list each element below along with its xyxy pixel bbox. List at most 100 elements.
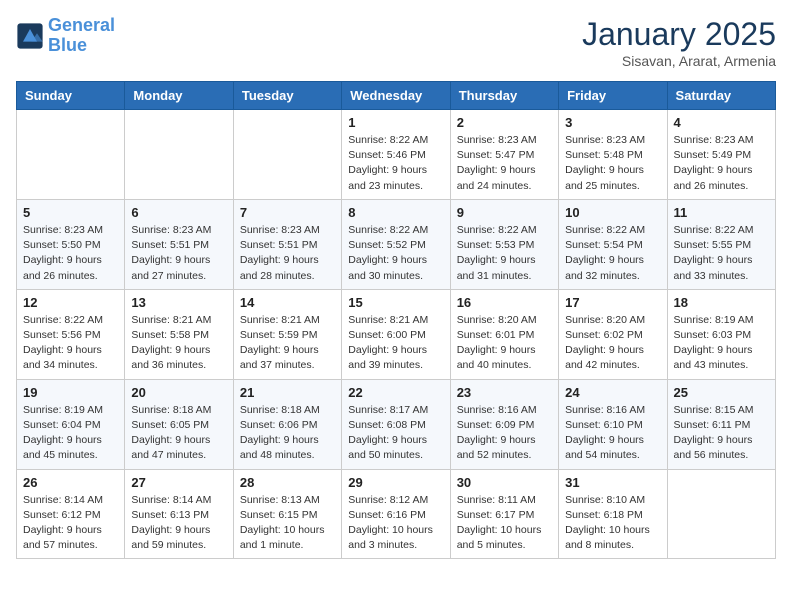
day-info: Sunrise: 8:22 AMSunset: 5:52 PMDaylight:…: [348, 223, 443, 284]
day-info: Sunrise: 8:19 AMSunset: 6:04 PMDaylight:…: [23, 403, 118, 464]
calendar-cell: 31Sunrise: 8:10 AMSunset: 6:18 PMDayligh…: [559, 469, 667, 559]
day-info: Sunrise: 8:22 AMSunset: 5:54 PMDaylight:…: [565, 223, 660, 284]
calendar-cell: 11 Sunrise: 8:22 AMSunset: 5:55 PMDayligh…: [667, 199, 775, 289]
day-number: 7: [240, 205, 335, 220]
calendar-cell: 12 Sunrise: 8:22 AMSunset: 5:56 PMDayligh…: [17, 289, 125, 379]
logo-line2: Blue: [48, 35, 87, 55]
day-info: Sunrise: 8:23 AMSunset: 5:51 PMDaylight:…: [240, 223, 335, 284]
calendar-cell: 3Sunrise: 8:23 AMSunset: 5:48 PMDaylight…: [559, 110, 667, 200]
calendar-cell: 23 Sunrise: 8:16 AMSunset: 6:09 PMDayligh…: [450, 379, 558, 469]
day-of-week-header: Friday: [559, 82, 667, 110]
day-number: 14: [240, 295, 335, 310]
subtitle: Sisavan, Ararat, Armenia: [582, 53, 776, 69]
calendar-cell: 25 Sunrise: 8:15 AMSunset: 6:11 PMDayligh…: [667, 379, 775, 469]
day-number: 29: [348, 475, 443, 490]
calendar-cell: 6Sunrise: 8:23 AMSunset: 5:51 PMDaylight…: [125, 199, 233, 289]
calendar-cell: [125, 110, 233, 200]
day-of-week-header: Wednesday: [342, 82, 450, 110]
day-number: 3: [565, 115, 660, 130]
day-number: 9: [457, 205, 552, 220]
calendar-body: 1 Sunrise: 8:22 AMSunset: 5:46 PMDaylight…: [17, 110, 776, 559]
day-info: Sunrise: 8:12 AMSunset: 6:16 PMDaylight:…: [348, 493, 443, 554]
day-number: 4: [674, 115, 769, 130]
day-number: 23: [457, 385, 552, 400]
day-info: Sunrise: 8:23 AMSunset: 5:49 PMDaylight:…: [674, 133, 769, 194]
calendar-cell: [667, 469, 775, 559]
day-info: Sunrise: 8:16 AMSunset: 6:09 PMDaylight:…: [457, 403, 552, 464]
calendar-cell: 19 Sunrise: 8:19 AMSunset: 6:04 PMDayligh…: [17, 379, 125, 469]
calendar-week-row: 1 Sunrise: 8:22 AMSunset: 5:46 PMDaylight…: [17, 110, 776, 200]
calendar-cell: 2Sunrise: 8:23 AMSunset: 5:47 PMDaylight…: [450, 110, 558, 200]
calendar-cell: 10 Sunrise: 8:22 AMSunset: 5:54 PMDayligh…: [559, 199, 667, 289]
day-info: Sunrise: 8:10 AMSunset: 6:18 PMDaylight:…: [565, 493, 660, 554]
day-info: Sunrise: 8:23 AMSunset: 5:51 PMDaylight:…: [131, 223, 226, 284]
day-number: 24: [565, 385, 660, 400]
day-number: 2: [457, 115, 552, 130]
calendar-cell: 15 Sunrise: 8:21 AMSunset: 6:00 PMDayligh…: [342, 289, 450, 379]
calendar-cell: 9 Sunrise: 8:22 AMSunset: 5:53 PMDaylight…: [450, 199, 558, 289]
day-info: Sunrise: 8:21 AMSunset: 6:00 PMDaylight:…: [348, 313, 443, 374]
calendar-cell: 8 Sunrise: 8:22 AMSunset: 5:52 PMDaylight…: [342, 199, 450, 289]
day-number: 1: [348, 115, 443, 130]
day-info: Sunrise: 8:20 AMSunset: 6:01 PMDaylight:…: [457, 313, 552, 374]
day-number: 26: [23, 475, 118, 490]
day-number: 17: [565, 295, 660, 310]
day-info: Sunrise: 8:18 AMSunset: 6:06 PMDaylight:…: [240, 403, 335, 464]
day-info: Sunrise: 8:14 AMSunset: 6:13 PMDaylight:…: [131, 493, 226, 554]
day-number: 25: [674, 385, 769, 400]
day-info: Sunrise: 8:22 AMSunset: 5:55 PMDaylight:…: [674, 223, 769, 284]
day-number: 27: [131, 475, 226, 490]
day-info: Sunrise: 8:11 AMSunset: 6:17 PMDaylight:…: [457, 493, 552, 554]
calendar-cell: 1 Sunrise: 8:22 AMSunset: 5:46 PMDaylight…: [342, 110, 450, 200]
day-info: Sunrise: 8:15 AMSunset: 6:11 PMDaylight:…: [674, 403, 769, 464]
calendar-cell: 29 Sunrise: 8:12 AMSunset: 6:16 PMDayligh…: [342, 469, 450, 559]
day-info: Sunrise: 8:21 AMSunset: 5:59 PMDaylight:…: [240, 313, 335, 374]
calendar-cell: 24 Sunrise: 8:16 AMSunset: 6:10 PMDayligh…: [559, 379, 667, 469]
day-info: Sunrise: 8:22 AMSunset: 5:56 PMDaylight:…: [23, 313, 118, 374]
day-number: 21: [240, 385, 335, 400]
day-info: Sunrise: 8:20 AMSunset: 6:02 PMDaylight:…: [565, 313, 660, 374]
calendar-cell: 28Sunrise: 8:13 AMSunset: 6:15 PMDayligh…: [233, 469, 341, 559]
calendar-cell: 27 Sunrise: 8:14 AMSunset: 6:13 PMDayligh…: [125, 469, 233, 559]
day-info: Sunrise: 8:16 AMSunset: 6:10 PMDaylight:…: [565, 403, 660, 464]
calendar-header-row: SundayMondayTuesdayWednesdayThursdayFrid…: [17, 82, 776, 110]
calendar-cell: 30 Sunrise: 8:11 AMSunset: 6:17 PMDayligh…: [450, 469, 558, 559]
day-number: 5: [23, 205, 118, 220]
day-number: 8: [348, 205, 443, 220]
calendar-cell: 4 Sunrise: 8:23 AMSunset: 5:49 PMDaylight…: [667, 110, 775, 200]
calendar-cell: 22Sunrise: 8:17 AMSunset: 6:08 PMDayligh…: [342, 379, 450, 469]
day-info: Sunrise: 8:14 AMSunset: 6:12 PMDaylight:…: [23, 493, 118, 554]
day-info: Sunrise: 8:22 AMSunset: 5:53 PMDaylight:…: [457, 223, 552, 284]
day-number: 28: [240, 475, 335, 490]
day-info: Sunrise: 8:21 AMSunset: 5:58 PMDaylight:…: [131, 313, 226, 374]
day-of-week-header: Monday: [125, 82, 233, 110]
day-info: Sunrise: 8:22 AMSunset: 5:46 PMDaylight:…: [348, 133, 443, 194]
day-number: 16: [457, 295, 552, 310]
calendar: SundayMondayTuesdayWednesdayThursdayFrid…: [16, 81, 776, 559]
day-of-week-header: Thursday: [450, 82, 558, 110]
calendar-cell: 13Sunrise: 8:21 AMSunset: 5:58 PMDayligh…: [125, 289, 233, 379]
calendar-cell: 20Sunrise: 8:18 AMSunset: 6:05 PMDayligh…: [125, 379, 233, 469]
calendar-cell: [17, 110, 125, 200]
day-of-week-header: Saturday: [667, 82, 775, 110]
day-number: 11: [674, 205, 769, 220]
day-number: 12: [23, 295, 118, 310]
day-number: 19: [23, 385, 118, 400]
day-of-week-header: Sunday: [17, 82, 125, 110]
day-number: 30: [457, 475, 552, 490]
logo: General Blue: [16, 16, 115, 56]
day-number: 10: [565, 205, 660, 220]
title-block: January 2025 Sisavan, Ararat, Armenia: [582, 16, 776, 69]
calendar-cell: 17 Sunrise: 8:20 AMSunset: 6:02 PMDayligh…: [559, 289, 667, 379]
month-title: January 2025: [582, 16, 776, 53]
calendar-week-row: 12 Sunrise: 8:22 AMSunset: 5:56 PMDayligh…: [17, 289, 776, 379]
calendar-week-row: 5Sunrise: 8:23 AMSunset: 5:50 PMDaylight…: [17, 199, 776, 289]
day-number: 20: [131, 385, 226, 400]
header: General Blue January 2025 Sisavan, Arara…: [16, 16, 776, 69]
logo-text: General Blue: [48, 16, 115, 56]
calendar-cell: 16 Sunrise: 8:20 AMSunset: 6:01 PMDayligh…: [450, 289, 558, 379]
calendar-cell: 5Sunrise: 8:23 AMSunset: 5:50 PMDaylight…: [17, 199, 125, 289]
day-number: 15: [348, 295, 443, 310]
day-of-week-header: Tuesday: [233, 82, 341, 110]
day-number: 18: [674, 295, 769, 310]
